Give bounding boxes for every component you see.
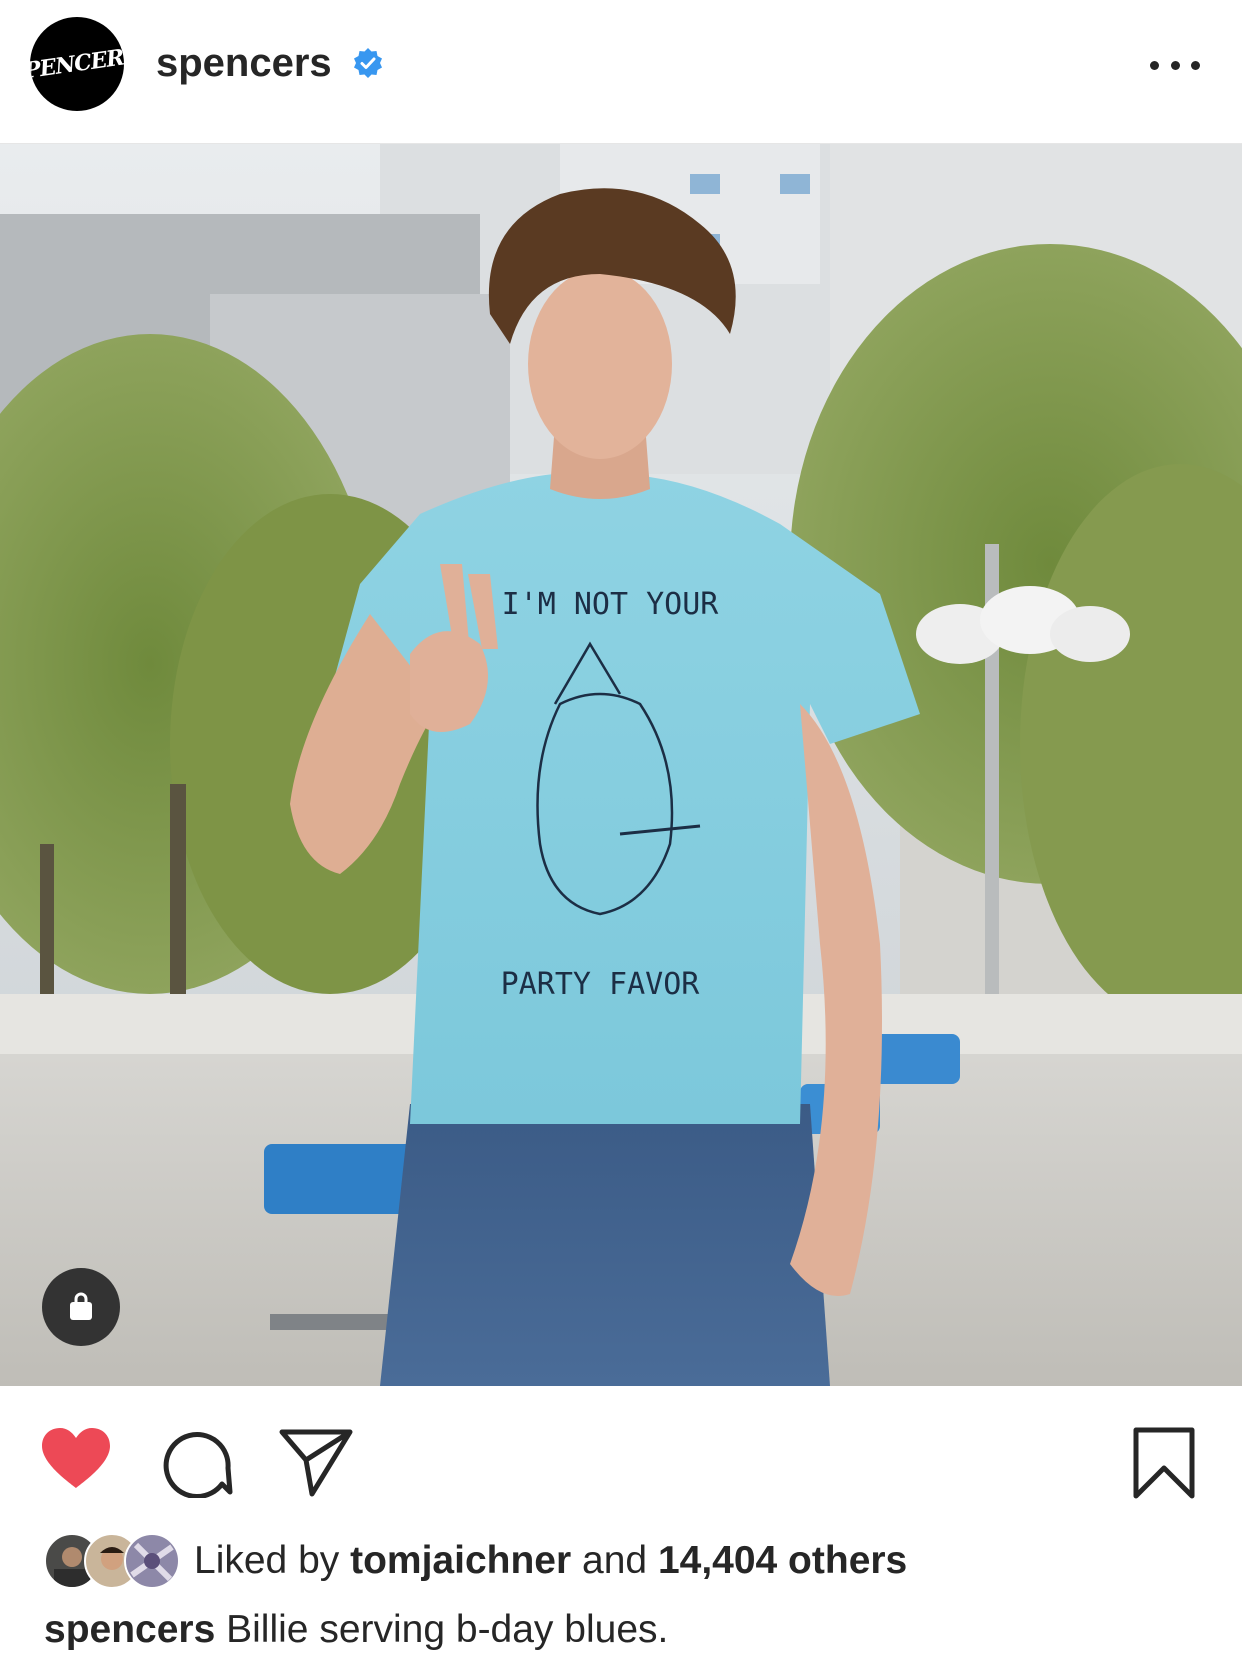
likes-count[interactable]: 14,404 others [658, 1539, 907, 1582]
more-options-icon[interactable] [1150, 50, 1200, 80]
send-icon[interactable] [278, 1426, 354, 1498]
liker-username[interactable]: tomjaichner [350, 1539, 571, 1582]
post-caption: spencers Billie serving b-day blues. [44, 1608, 668, 1652]
spencers-logo: SPENCER'S [30, 41, 124, 87]
liker-avatars [44, 1533, 180, 1589]
account-username[interactable]: spencers [156, 38, 332, 88]
likes-row[interactable]: Liked by tomjaichner and 14,404 others [44, 1530, 907, 1592]
shirt-text-bottom: PARTY FAVOR [501, 967, 701, 1002]
verified-badge-icon [354, 48, 382, 78]
bookmark-icon[interactable] [1132, 1426, 1196, 1500]
caption-username[interactable]: spencers [44, 1608, 215, 1651]
likes-summary: Liked by tomjaichner and 14,404 others [194, 1539, 908, 1582]
account-avatar[interactable]: SPENCER'S [30, 17, 124, 111]
shirt-text-top: I'M NOT YOUR [502, 587, 720, 622]
action-bar [0, 1386, 1242, 1526]
heart-icon[interactable] [40, 1426, 112, 1490]
avatar [124, 1533, 180, 1589]
post-photo[interactable]: I'M NOT YOUR PARTY FAVOR [0, 144, 1242, 1386]
caption-text: Billie serving b-day blues. [226, 1608, 669, 1651]
comment-icon[interactable] [162, 1426, 234, 1498]
shopping-bag-icon[interactable] [42, 1268, 120, 1346]
post-header: SPENCER'S spencers [0, 0, 1242, 144]
